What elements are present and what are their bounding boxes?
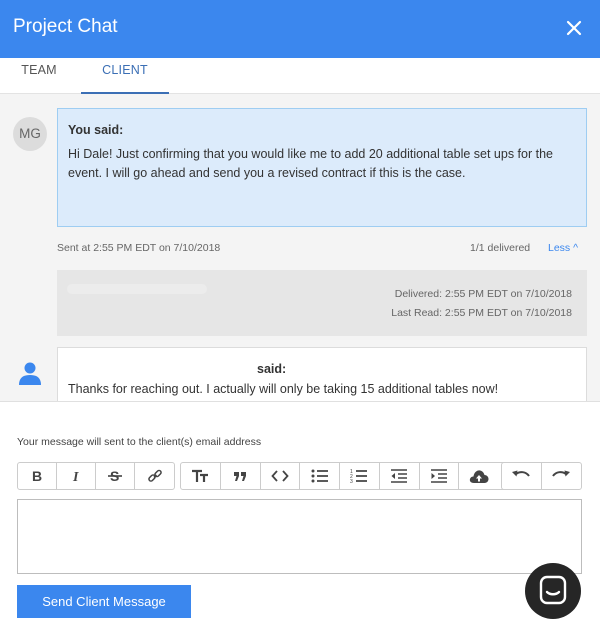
- text-size-button[interactable]: [181, 463, 221, 489]
- incoming-message: said: Thanks for reaching out. I actuall…: [57, 347, 587, 401]
- tab-team-label: TEAM: [21, 63, 57, 77]
- less-toggle-link[interactable]: Less ^: [548, 242, 578, 254]
- chat-header: Project Chat: [0, 0, 600, 58]
- close-icon[interactable]: [563, 17, 585, 39]
- svg-text:I: I: [72, 470, 79, 484]
- outdent-icon: [391, 469, 408, 483]
- upload-icon: [469, 470, 489, 483]
- toolbar-group-block: 123: [180, 462, 513, 490]
- strikethrough-icon: S: [108, 468, 122, 484]
- code-icon: [271, 470, 289, 482]
- tab-client-label: CLIENT: [102, 63, 148, 77]
- upload-button[interactable]: [459, 463, 499, 489]
- message-text: Hi Dale! Just confirming that you would …: [68, 147, 553, 180]
- link-icon: [147, 469, 162, 482]
- quote-icon: [234, 472, 247, 481]
- svg-text:B: B: [32, 468, 42, 484]
- code-button[interactable]: [261, 463, 301, 489]
- tab-client[interactable]: CLIENT: [81, 58, 169, 94]
- message-author: said:: [257, 362, 287, 376]
- bulleted-list-button[interactable]: [300, 463, 340, 489]
- text-size-icon: [192, 469, 209, 482]
- delivered-timestamp: Delivered: 2:55 PM EDT on 7/10/2018: [394, 288, 572, 300]
- email-notice: Your message will sent to the client(s) …: [17, 436, 262, 448]
- bold-icon: B: [32, 468, 42, 484]
- redo-icon: [552, 470, 571, 477]
- chat-launcher-button[interactable]: [525, 563, 581, 619]
- last-read-timestamp: Last Read: 2:55 PM EDT on 7/10/2018: [391, 307, 572, 319]
- italic-icon: I: [72, 470, 79, 484]
- message-text: Thanks for reaching out. I actually will…: [68, 382, 499, 396]
- quote-button[interactable]: [221, 463, 261, 489]
- strikethrough-button[interactable]: S: [96, 463, 135, 489]
- tab-team[interactable]: TEAM: [2, 58, 76, 94]
- delivery-receipt: Delivered: 2:55 PM EDT on 7/10/2018 Last…: [57, 270, 587, 336]
- link-button[interactable]: [135, 463, 174, 489]
- message-thread[interactable]: MG You said: Hi Dale! Just confirming th…: [0, 94, 600, 402]
- indent-icon: [430, 469, 447, 483]
- italic-button[interactable]: I: [57, 463, 96, 489]
- page-title: Project Chat: [13, 16, 118, 37]
- bulleted-list-icon: [311, 469, 328, 483]
- outdent-button[interactable]: [380, 463, 420, 489]
- toolbar-group-history: [501, 462, 582, 490]
- undo-icon: [512, 470, 531, 477]
- indent-button[interactable]: [420, 463, 460, 489]
- message-input[interactable]: [17, 499, 582, 574]
- message-author: You said:: [68, 123, 124, 137]
- redo-button[interactable]: [542, 463, 582, 489]
- send-client-message-button[interactable]: Send Client Message: [17, 585, 191, 618]
- blurred-recipient: [67, 284, 207, 294]
- tab-bar: TEAM CLIENT: [0, 58, 600, 94]
- outgoing-message: You said: Hi Dale! Just confirming that …: [57, 108, 587, 227]
- formatting-toolbar: B I S 123: [17, 462, 582, 490]
- avatar: MG: [13, 117, 47, 151]
- undo-button[interactable]: [502, 463, 542, 489]
- svg-text:3: 3: [350, 479, 353, 484]
- numbered-list-button[interactable]: 123: [340, 463, 380, 489]
- numbered-list-icon: 123: [350, 469, 368, 484]
- sent-timestamp: Sent at 2:55 PM EDT on 7/10/2018: [57, 242, 221, 254]
- delivery-count: 1/1 delivered: [470, 242, 531, 254]
- toolbar-group-inline: B I S: [17, 462, 175, 490]
- chat-bubble-icon: [539, 575, 567, 605]
- person-icon: [17, 360, 43, 386]
- bold-button[interactable]: B: [18, 463, 57, 489]
